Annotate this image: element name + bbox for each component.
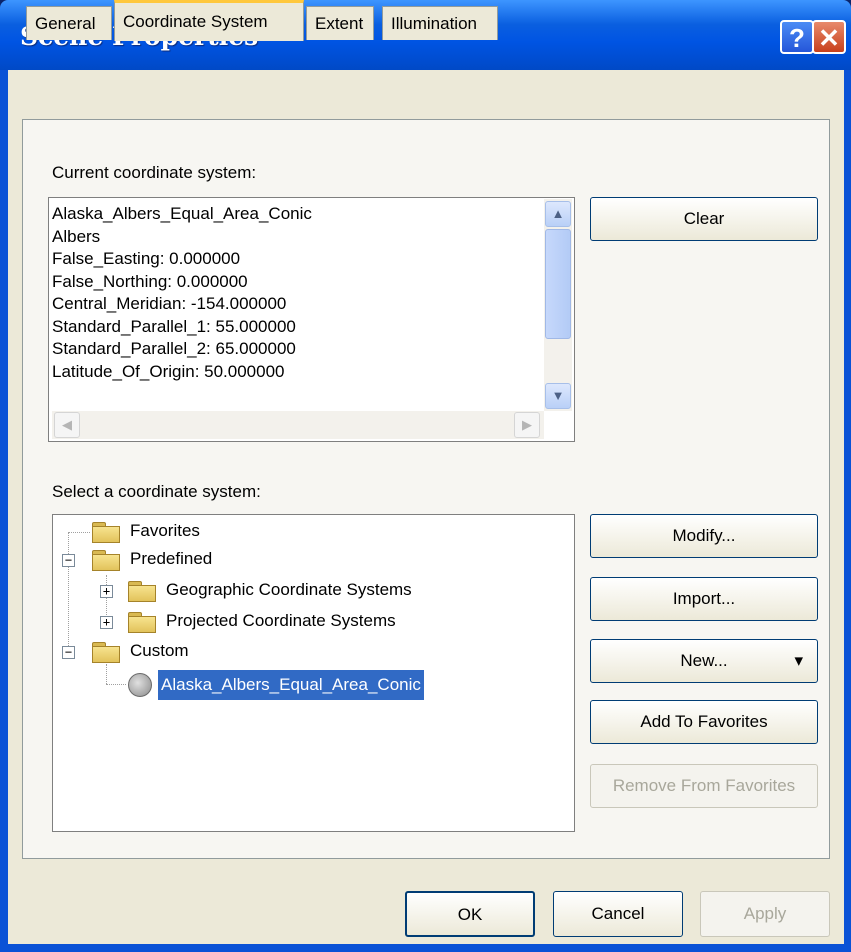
tree-line <box>68 532 69 652</box>
help-button[interactable]: ? <box>780 20 814 54</box>
close-button[interactable]: ✕ <box>812 20 846 54</box>
cs-line: Standard_Parallel_2: 65.000000 <box>52 339 296 358</box>
expand-icon[interactable]: + <box>100 585 113 598</box>
modify-button[interactable]: Modify... <box>590 514 818 558</box>
scroll-left-icon[interactable]: ◀ <box>54 412 80 438</box>
scroll-thumb[interactable] <box>545 229 571 339</box>
ok-button[interactable]: OK <box>405 891 535 937</box>
cs-line: Standard_Parallel_1: 55.000000 <box>52 316 296 336</box>
cs-line: False_Easting: 0.000000 <box>52 249 241 268</box>
tree-item-favorites[interactable]: Favorites <box>130 516 200 546</box>
tab-label: Coordinate System <box>123 12 268 31</box>
remove-from-favorites-button[interactable]: Remove From Favorites <box>590 764 818 808</box>
folder-icon <box>128 581 156 602</box>
tab-label: Illumination <box>391 14 477 33</box>
expand-icon[interactable]: + <box>100 616 113 629</box>
current-cs-text: Alaska_Albers_Equal_Area_Conic Albers Fa… <box>52 203 312 383</box>
tab-general[interactable]: General <box>26 6 112 40</box>
tree-item-predefined[interactable]: Predefined <box>130 544 212 574</box>
dropdown-arrow-icon: ▾ <box>794 651 803 670</box>
new-button-label: New... <box>680 651 728 670</box>
collapse-icon[interactable]: − <box>62 646 75 659</box>
import-button[interactable]: Import... <box>590 577 818 621</box>
tab-label: Extent <box>315 14 364 33</box>
select-cs-label: Select a coordinate system: <box>52 482 261 501</box>
globe-icon <box>128 673 152 697</box>
current-cs-label: Current coordinate system: <box>52 163 257 182</box>
cs-line: Latitude_Of_Origin: 50.000000 <box>52 361 285 381</box>
cs-line: Albers <box>52 226 101 246</box>
folder-icon <box>92 642 120 663</box>
apply-button[interactable]: Apply <box>700 891 830 937</box>
scroll-right-icon[interactable]: ▶ <box>514 412 540 438</box>
new-button[interactable]: New... ▾ <box>590 639 818 683</box>
tab-label: General <box>35 14 96 33</box>
add-to-favorites-button[interactable]: Add To Favorites <box>590 700 818 744</box>
clear-button[interactable]: Clear <box>590 197 818 241</box>
tree-item-projected[interactable]: Projected Coordinate Systems <box>166 606 396 636</box>
tab-illumination[interactable]: Illumination <box>382 6 498 40</box>
tree-line <box>68 532 90 533</box>
tree-item-geographic[interactable]: Geographic Coordinate Systems <box>166 575 412 605</box>
horizontal-scrollbar[interactable]: ◀ ▶ <box>52 411 544 439</box>
tree-line <box>106 684 126 685</box>
cancel-button[interactable]: Cancel <box>553 891 683 937</box>
tree-line <box>106 664 107 684</box>
tree-item-custom[interactable]: Custom <box>130 636 189 666</box>
folder-icon <box>92 550 120 571</box>
scroll-down-icon[interactable]: ▼ <box>545 383 571 409</box>
cs-line: False_Northing: 0.000000 <box>52 271 248 291</box>
tree-item-custom-cs[interactable]: Alaska_Albers_Equal_Area_Conic <box>158 670 424 700</box>
tab-coordinate-system[interactable]: Coordinate System <box>114 0 304 41</box>
collapse-icon[interactable]: − <box>62 554 75 567</box>
cs-line: Central_Meridian: -154.000000 <box>52 294 287 313</box>
vertical-scrollbar[interactable]: ▲ ▼ <box>544 199 572 411</box>
cs-line: Alaska_Albers_Equal_Area_Conic <box>52 204 312 223</box>
folder-icon <box>92 522 120 543</box>
scroll-up-icon[interactable]: ▲ <box>545 201 571 227</box>
tab-extent[interactable]: Extent <box>306 6 374 40</box>
folder-icon <box>128 612 156 633</box>
